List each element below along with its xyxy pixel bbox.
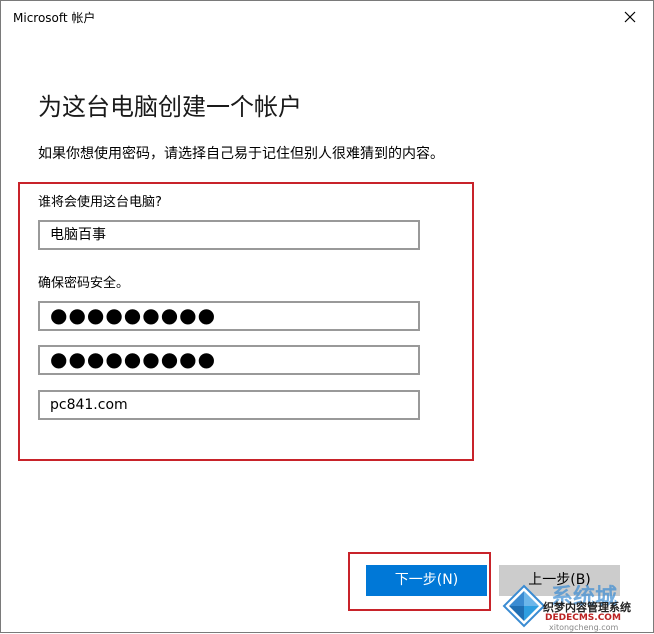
title-bar: Microsoft 帐户 — [1, 1, 653, 33]
password-label: 确保密码安全。 — [38, 276, 130, 291]
close-icon — [624, 11, 636, 23]
close-button[interactable] — [607, 1, 653, 33]
page-title: 为这台电脑创建一个帐户 — [38, 93, 302, 121]
microsoft-account-window: Microsoft 帐户 为这台电脑创建一个帐户 如果你想使用密码，请选择自己易… — [0, 0, 654, 633]
watermark-text-url: xitongcheng.com — [549, 623, 619, 632]
watermark: 系统城 织梦内容管理系统 DEDECMS.COM xitongcheng.com — [497, 579, 654, 634]
next-button[interactable]: 下一步(N) — [366, 565, 487, 596]
password-field[interactable]: ●●●●●●●●● — [38, 301, 420, 331]
watermark-text-domain: DEDECMS.COM — [545, 613, 621, 623]
page-subtitle: 如果你想使用密码，请选择自己易于记住但别人很难猜到的内容。 — [38, 146, 444, 162]
password-hint-field[interactable]: pc841.com — [38, 390, 420, 420]
username-label: 谁将会使用这台电脑? — [38, 195, 162, 210]
window-title: Microsoft 帐户 — [13, 11, 96, 25]
confirm-password-field[interactable]: ●●●●●●●●● — [38, 345, 420, 375]
watermark-logo-icon — [502, 584, 546, 628]
username-field[interactable]: 电脑百事 — [38, 220, 420, 250]
